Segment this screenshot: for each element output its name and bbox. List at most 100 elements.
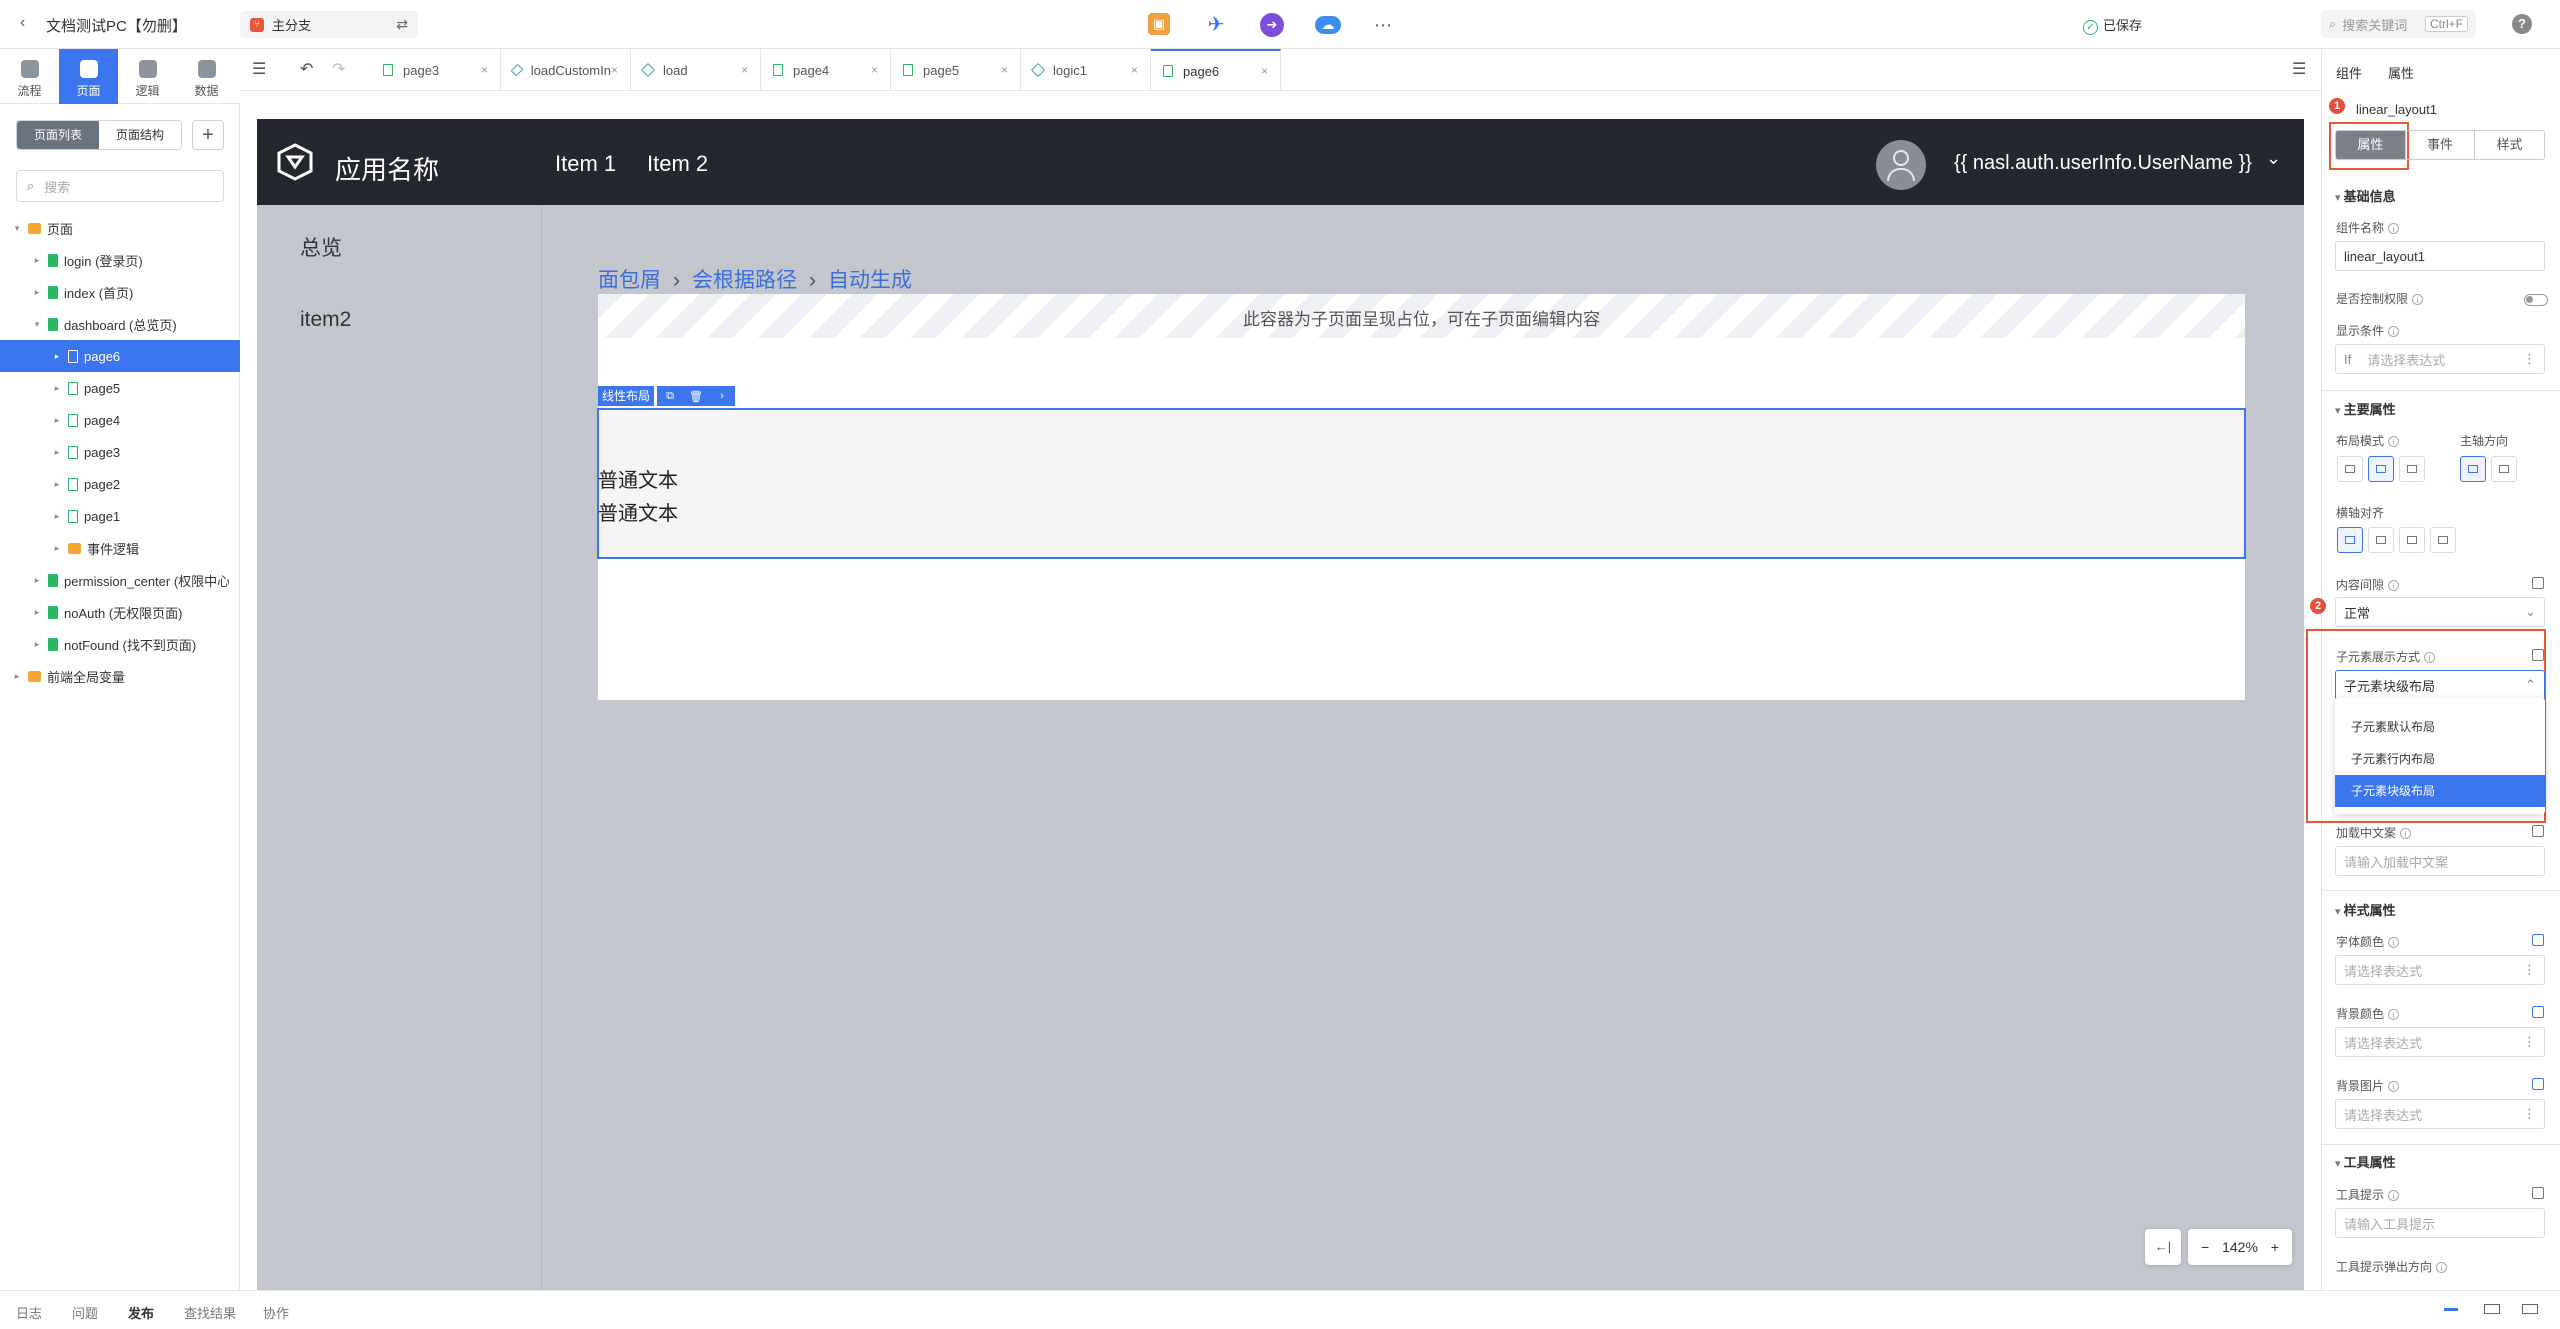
- rail-tab-data[interactable]: 数据: [177, 49, 236, 104]
- caret-right-icon[interactable]: ▸: [52, 543, 62, 554]
- cloud-icon[interactable]: ☁: [1315, 16, 1341, 34]
- tree-item[interactable]: ▸ permission_center (权限中心): [0, 564, 272, 596]
- caret-right-icon[interactable]: ▸: [32, 255, 42, 266]
- nav-item-2[interactable]: Item 2: [647, 151, 708, 177]
- expression-toggle-icon[interactable]: [2532, 649, 2544, 661]
- condition-input[interactable]: If 请选择表达式 ⋮: [2335, 344, 2545, 374]
- align-start-button[interactable]: [2337, 527, 2363, 553]
- tab-properties[interactable]: 属性: [2388, 66, 2414, 81]
- breadcrumb-item[interactable]: 自动生成: [828, 269, 912, 292]
- tree-item[interactable]: ▸ index (首页): [0, 276, 272, 308]
- collapse-left-icon[interactable]: ☰: [252, 59, 266, 79]
- child-display-select[interactable]: 子元素块级布局 ⌃: [2335, 670, 2545, 700]
- align-end-button[interactable]: [2399, 527, 2425, 553]
- dropdown-option[interactable]: 子元素默认布局: [2335, 711, 2545, 743]
- undo-icon[interactable]: ↶: [300, 59, 313, 79]
- tree-item[interactable]: ▾ dashboard (总览页): [0, 308, 272, 340]
- rail-tab-flow[interactable]: 流程: [0, 49, 59, 104]
- close-icon[interactable]: ×: [1001, 63, 1008, 77]
- bg-image-input[interactable]: 请选择表达式 ⋮: [2335, 1099, 2545, 1129]
- caret-down-icon[interactable]: ▾: [32, 319, 42, 330]
- back-icon[interactable]: ‹: [20, 14, 25, 32]
- direction-horizontal-button[interactable]: [2460, 456, 2486, 482]
- direction-vertical-button[interactable]: [2491, 456, 2517, 482]
- preview-icon[interactable]: ▣: [1148, 13, 1170, 35]
- bottom-tab[interactable]: 协作: [263, 1303, 289, 1322]
- align-stretch-button[interactable]: [2430, 527, 2456, 553]
- file-tab[interactable]: page6 ×: [1151, 49, 1281, 91]
- caret-right-icon[interactable]: ▸: [32, 607, 42, 618]
- zoom-out-button[interactable]: −: [2188, 1239, 2222, 1255]
- tab-events[interactable]: 事件: [2406, 131, 2476, 159]
- help-icon[interactable]: ?: [2512, 14, 2532, 34]
- font-color-input[interactable]: 请选择表达式 ⋮: [2335, 955, 2545, 985]
- tree-item[interactable]: ▸ noAuth (无权限页面): [0, 596, 272, 628]
- dropdown-option[interactable]: 子元素行内布局: [2335, 743, 2545, 775]
- delete-icon[interactable]: 🗑: [683, 390, 709, 403]
- tab-styles[interactable]: 样式: [2475, 131, 2544, 159]
- rail-tab-page[interactable]: 页面: [59, 49, 118, 104]
- nav-item-1[interactable]: Item 1: [555, 151, 616, 177]
- file-tab[interactable]: page5 ×: [891, 49, 1021, 91]
- bottom-tab[interactable]: 日志: [16, 1303, 42, 1322]
- caret-right-icon[interactable]: ▸: [52, 447, 62, 458]
- file-tab[interactable]: load ×: [631, 49, 761, 91]
- caret-right-icon[interactable]: ▸: [52, 415, 62, 426]
- collapse-right-icon[interactable]: ☰: [2292, 59, 2306, 79]
- layout-flex-button[interactable]: [2368, 456, 2394, 482]
- more-vertical-icon[interactable]: ⋮: [2523, 1034, 2536, 1050]
- expression-toggle-icon[interactable]: [2532, 1078, 2544, 1090]
- align-center-button[interactable]: [2368, 527, 2394, 553]
- auth-toggle[interactable]: [2524, 294, 2548, 306]
- layout-inline-button[interactable]: [2337, 456, 2363, 482]
- avatar[interactable]: [1876, 140, 1926, 190]
- more-icon[interactable]: ⋯: [1371, 13, 1395, 37]
- caret-right-icon[interactable]: ▸: [32, 639, 42, 650]
- caret-right-icon[interactable]: ▸: [52, 511, 62, 522]
- close-icon[interactable]: ×: [1131, 63, 1138, 77]
- caret-right-icon[interactable]: ▸: [52, 351, 62, 362]
- tree-item[interactable]: ▸ login (登录页): [0, 244, 272, 276]
- linear-layout-selected[interactable]: [597, 408, 2246, 559]
- dropdown-option[interactable]: 子元素块级布局: [2335, 775, 2545, 807]
- breadcrumb-item[interactable]: 会根据路径: [692, 269, 797, 292]
- copy-icon[interactable]: ⧉: [657, 390, 683, 403]
- tab-page-structure[interactable]: 页面结构: [99, 121, 181, 149]
- file-tab[interactable]: page4 ×: [761, 49, 891, 91]
- section-style[interactable]: 样式属性: [2335, 900, 2396, 919]
- caret-right-icon[interactable]: ▸: [52, 383, 62, 394]
- layout-split-icon[interactable]: [2484, 1304, 2500, 1314]
- caret-right-icon[interactable]: ▸: [32, 287, 42, 298]
- file-tab[interactable]: page3 ×: [371, 49, 501, 91]
- add-page-button[interactable]: +: [192, 120, 224, 150]
- redo-icon[interactable]: ↷: [332, 59, 345, 79]
- more-vertical-icon[interactable]: ⋮: [2523, 351, 2536, 367]
- caret-right-icon[interactable]: ▸: [52, 479, 62, 490]
- more-vertical-icon[interactable]: ⋮: [2523, 1106, 2536, 1122]
- switch-icon[interactable]: ⇄: [396, 16, 408, 33]
- bottom-tab[interactable]: 问题: [72, 1303, 98, 1322]
- close-icon[interactable]: ×: [611, 63, 618, 77]
- publish-icon[interactable]: ✈: [1204, 13, 1228, 37]
- expression-toggle-icon[interactable]: [2532, 825, 2544, 837]
- collapse-canvas-button[interactable]: ←|: [2145, 1229, 2181, 1265]
- chevron-down-icon[interactable]: ⌄: [2266, 148, 2281, 169]
- tab-components[interactable]: 组件: [2336, 66, 2362, 81]
- zoom-in-button[interactable]: +: [2258, 1239, 2292, 1255]
- caret-right-icon[interactable]: ▸: [12, 671, 22, 682]
- close-icon[interactable]: ×: [481, 63, 488, 77]
- loading-input[interactable]: 请输入加载中文案: [2335, 846, 2545, 876]
- section-tool[interactable]: 工具属性: [2335, 1152, 2396, 1171]
- sidebar-item-item2[interactable]: item2: [300, 308, 351, 332]
- text-component[interactable]: 普通文本: [598, 497, 678, 526]
- file-tab[interactable]: logic1 ×: [1021, 49, 1151, 91]
- bottom-tab[interactable]: 发布: [128, 1303, 154, 1322]
- tooltip-input[interactable]: 请输入工具提示: [2335, 1208, 2545, 1238]
- section-basic[interactable]: 基础信息: [2335, 186, 2396, 205]
- component-name-input[interactable]: linear_layout1: [2335, 241, 2545, 271]
- close-icon[interactable]: ×: [871, 63, 878, 77]
- text-component[interactable]: 普通文本: [598, 464, 678, 493]
- caret-right-icon[interactable]: ▸: [32, 575, 42, 586]
- bg-color-input[interactable]: 请选择表达式 ⋮: [2335, 1027, 2545, 1057]
- rail-tab-logic[interactable]: 逻辑: [118, 49, 177, 104]
